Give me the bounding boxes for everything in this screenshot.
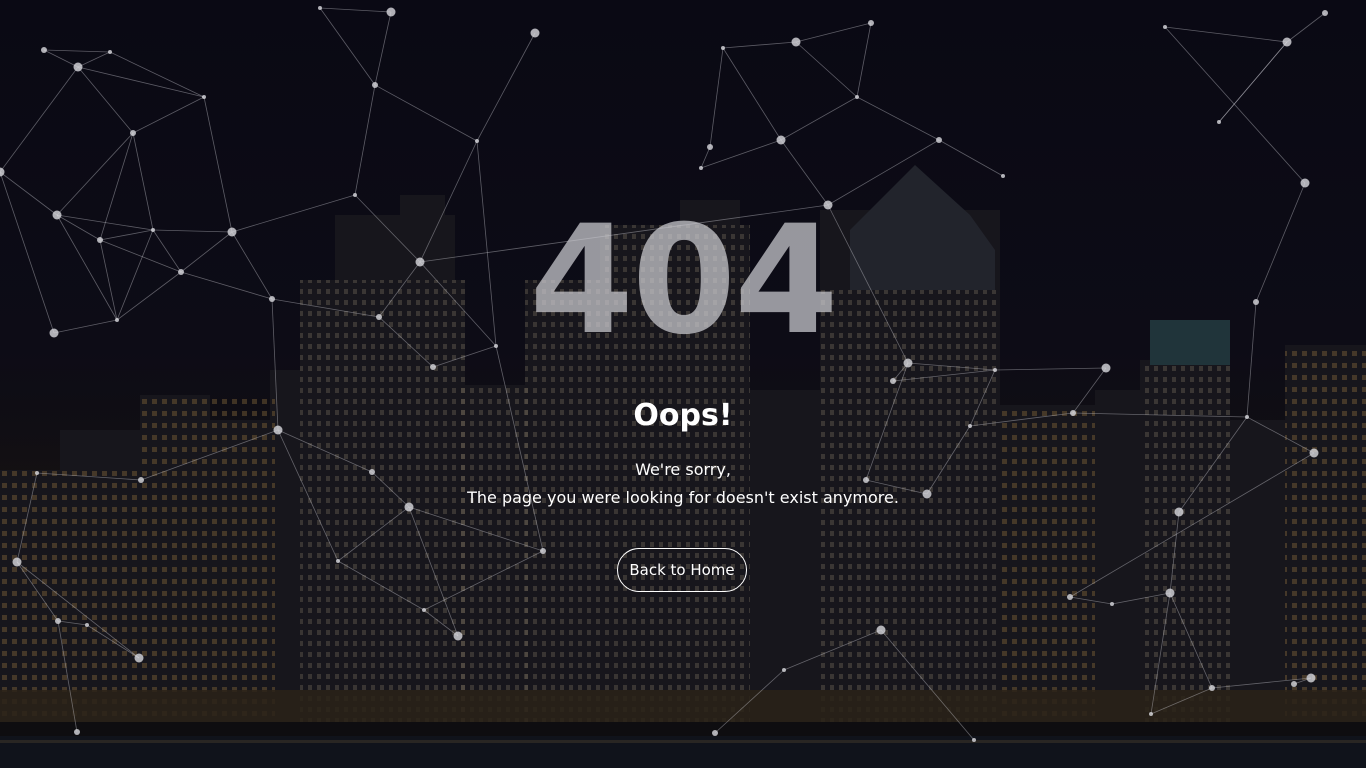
error-message: We're sorry, The page you were looking f…	[0, 456, 1366, 512]
error-code: 404	[529, 194, 838, 368]
error-page: 404 Oops! We're sorry, The page you were…	[0, 0, 1366, 768]
back-to-home-button[interactable]: Back to Home	[617, 548, 747, 592]
error-content: 404 Oops! We're sorry, The page you were…	[0, 0, 1366, 768]
error-headline: Oops!	[633, 398, 733, 433]
error-message-line-1: We're sorry,	[635, 460, 731, 479]
error-message-line-2: The page you were looking for doesn't ex…	[467, 488, 899, 507]
